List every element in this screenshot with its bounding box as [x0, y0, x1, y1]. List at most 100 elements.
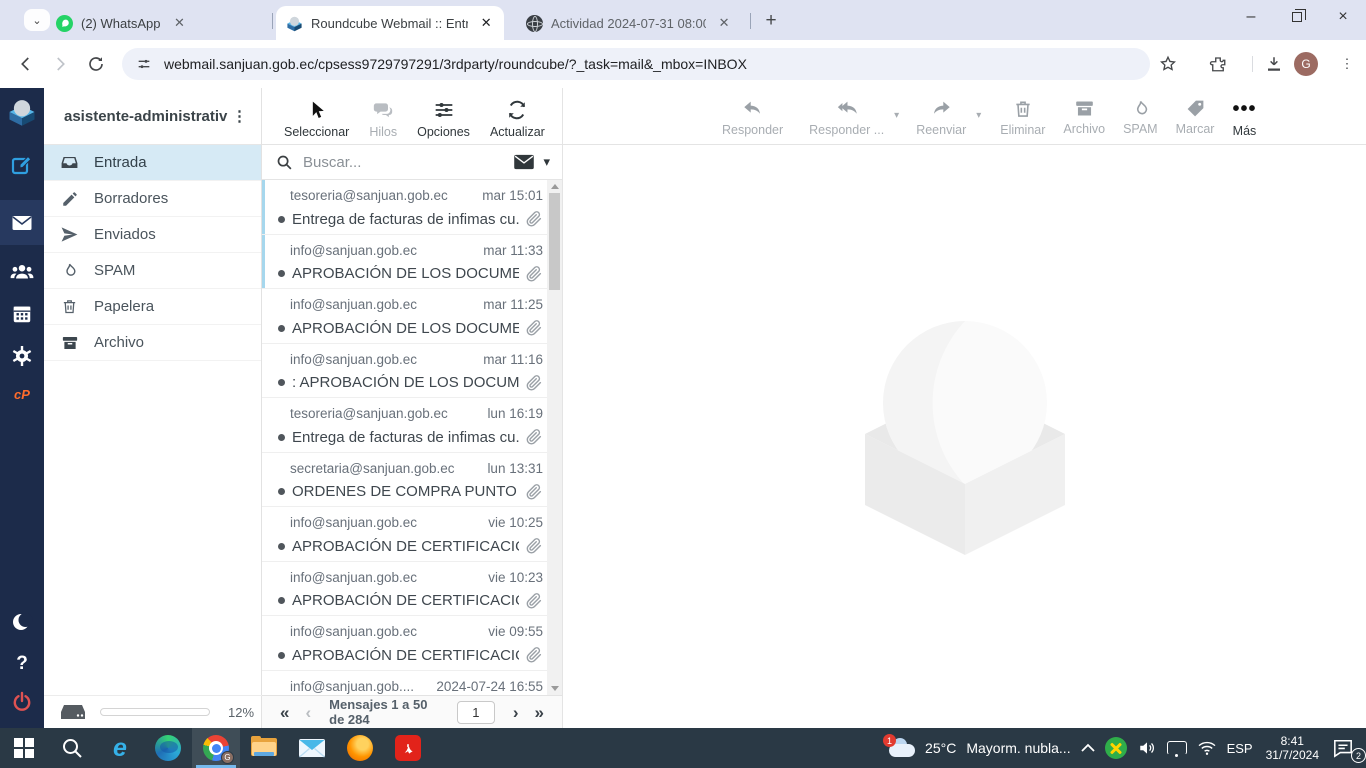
unread-dot — [278, 270, 285, 277]
site-settings-icon[interactable] — [136, 56, 152, 72]
archive-button[interactable]: Archivo — [1054, 88, 1114, 136]
message-row[interactable]: info@sanjuan.gob.ec mar 11:16 : APROBACI… — [262, 344, 547, 398]
message-row[interactable]: info@sanjuan.gob.ec vie 09:55 APROBACIÓN… — [262, 616, 547, 671]
browser-menu-button[interactable]: ⋮ — [1338, 52, 1356, 76]
profile-avatar[interactable]: G — [1294, 52, 1318, 76]
reply-all-caret-icon[interactable]: ▾ — [894, 110, 899, 121]
reload-button[interactable] — [82, 50, 110, 78]
flame-icon — [1131, 98, 1150, 119]
message-sender: info@sanjuan.gob.ec — [290, 297, 418, 312]
folder-borradores[interactable]: Borradores — [44, 181, 261, 217]
more-button[interactable]: ••• Más — [1223, 88, 1265, 138]
select-button[interactable]: Seleccionar — [284, 88, 349, 139]
options-icon — [433, 98, 455, 122]
close-icon[interactable]: ✕ — [716, 14, 732, 32]
reply-button[interactable]: Responder — [713, 88, 792, 137]
search-options-chevron-icon[interactable]: ▾ — [543, 154, 550, 170]
downloads-icon[interactable] — [1262, 52, 1286, 76]
refresh-button[interactable]: Actualizar — [490, 88, 545, 139]
bookmark-star-icon[interactable] — [1156, 52, 1180, 76]
acrobat-button[interactable] — [384, 728, 432, 768]
account-menu-button[interactable]: ⋮ — [228, 107, 251, 125]
forward-button[interactable] — [46, 50, 74, 78]
tab-roundcube[interactable]: Roundcube Webmail :: Entrada ✕ — [276, 6, 504, 40]
folder-archivo[interactable]: Archivo — [44, 325, 261, 361]
compose-button[interactable] — [0, 146, 44, 186]
volume-icon[interactable] — [1132, 728, 1162, 768]
last-page-button[interactable]: » — [527, 704, 552, 721]
next-page-button[interactable]: › — [505, 704, 527, 721]
clock[interactable]: 8:41 31/7/2024 — [1258, 728, 1327, 768]
first-page-button[interactable]: « — [272, 704, 297, 721]
search-input[interactable] — [303, 153, 514, 171]
close-icon[interactable]: ✕ — [478, 14, 494, 32]
options-button[interactable]: Opciones — [417, 88, 470, 139]
chrome-button[interactable]: G — [192, 728, 240, 768]
close-icon[interactable]: ✕ — [170, 14, 188, 32]
message-row[interactable]: tesoreria@sanjuan.gob.ec mar 15:01 Entre… — [262, 180, 547, 235]
delete-button[interactable]: Eliminar — [991, 88, 1054, 137]
tab-whatsapp[interactable]: (2) WhatsApp ✕ — [46, 6, 268, 40]
pagination-label: Mensajes 1 a 50 de 284 — [329, 697, 428, 727]
message-row[interactable]: tesoreria@sanjuan.gob.ec lun 16:19 Entre… — [262, 398, 547, 453]
wifi-icon[interactable] — [1192, 728, 1222, 768]
page-number-input[interactable] — [456, 700, 495, 724]
folder-papelera[interactable]: Papelera — [44, 289, 261, 325]
firefox-button[interactable] — [336, 728, 384, 768]
spam-button[interactable]: SPAM — [1114, 88, 1167, 136]
contacts-nav-button[interactable] — [0, 252, 44, 292]
tab-actividad[interactable]: Actividad 2024-07-31 08:00:00 ✕ — [516, 6, 742, 40]
forward-button[interactable]: Reenviar ▾ — [907, 88, 981, 137]
tray-expand-chevron[interactable] — [1076, 728, 1100, 768]
message-row[interactable]: secretaria@sanjuan.gob.ec lun 13:31 ORDE… — [262, 453, 547, 507]
search-scope-envelope-icon[interactable] — [513, 154, 535, 170]
weather-desc-text: Mayorm. nubla... — [966, 740, 1071, 756]
prev-page-button[interactable]: ‹ — [297, 704, 319, 721]
close-window-button[interactable]: × — [1320, 0, 1366, 34]
folder-enviados[interactable]: Enviados — [44, 217, 261, 253]
minimize-button[interactable]: – — [1228, 0, 1274, 34]
roundcube-logo[interactable] — [0, 92, 44, 132]
file-explorer-button[interactable] — [240, 728, 288, 768]
cpanel-icon[interactable]: cP — [0, 374, 44, 414]
start-button[interactable] — [0, 728, 48, 768]
forward-caret-icon[interactable]: ▾ — [976, 110, 981, 121]
list-scrollbar[interactable] — [547, 180, 562, 695]
scroll-up-icon[interactable] — [547, 180, 562, 193]
restore-button[interactable] — [1274, 0, 1320, 34]
internet-explorer-button[interactable]: e — [96, 728, 144, 768]
logout-power-icon[interactable] — [0, 682, 44, 722]
threads-button[interactable]: Hilos — [369, 88, 397, 139]
taskbar-search-button[interactable] — [48, 728, 96, 768]
mail-nav-button[interactable] — [0, 200, 44, 245]
message-row[interactable]: info@sanjuan.gob.ec vie 10:23 APROBACIÓN… — [262, 562, 547, 616]
folder-spam[interactable]: SPAM — [44, 253, 261, 289]
address-bar[interactable]: webmail.sanjuan.gob.ec/cpsess9729797291/… — [122, 48, 1150, 80]
new-tab-button[interactable]: + — [758, 8, 784, 34]
back-button[interactable] — [12, 50, 40, 78]
message-subject: Entrega de facturas de infimas cu... — [292, 210, 519, 228]
folder-entrada[interactable]: Entrada — [44, 145, 261, 181]
message-subject: : APROBACIÓN DE LOS DOCUME... — [292, 374, 519, 391]
reply-all-button[interactable]: Responder ... ▾ — [800, 88, 899, 137]
language-indicator[interactable]: ESP — [1222, 728, 1258, 768]
settings-nav-button[interactable] — [0, 336, 44, 376]
roundcube-app: cP ? asistente-administrativo... ⋮ Entra… — [0, 88, 1366, 728]
dark-mode-icon[interactable] — [0, 602, 44, 642]
message-row[interactable]: info@sanjuan.gob.... 2024-07-24 16:55 — [262, 671, 547, 696]
mark-button[interactable]: Marcar — [1167, 88, 1224, 136]
cast-icon[interactable] — [1162, 728, 1192, 768]
message-row[interactable]: info@sanjuan.gob.ec vie 10:25 APROBACIÓN… — [262, 507, 547, 562]
scrollbar-thumb[interactable] — [549, 193, 560, 290]
help-icon[interactable]: ? — [0, 644, 44, 684]
weather-widget[interactable]: 1 25°C Mayorm. nubla... — [882, 728, 1076, 768]
message-row[interactable]: info@sanjuan.gob.ec mar 11:33 APROBACIÓN… — [262, 234, 547, 289]
notification-center-button[interactable]: 2 — [1327, 728, 1366, 768]
edge-button[interactable] — [144, 728, 192, 768]
calendar-nav-button[interactable] — [0, 294, 44, 334]
mail-app-button[interactable] — [288, 728, 336, 768]
scroll-down-icon[interactable] — [547, 682, 562, 695]
antivirus-tray-icon[interactable] — [1100, 728, 1132, 768]
message-row[interactable]: info@sanjuan.gob.ec mar 11:25 APROBACIÓN… — [262, 289, 547, 344]
extensions-icon[interactable] — [1206, 52, 1230, 76]
